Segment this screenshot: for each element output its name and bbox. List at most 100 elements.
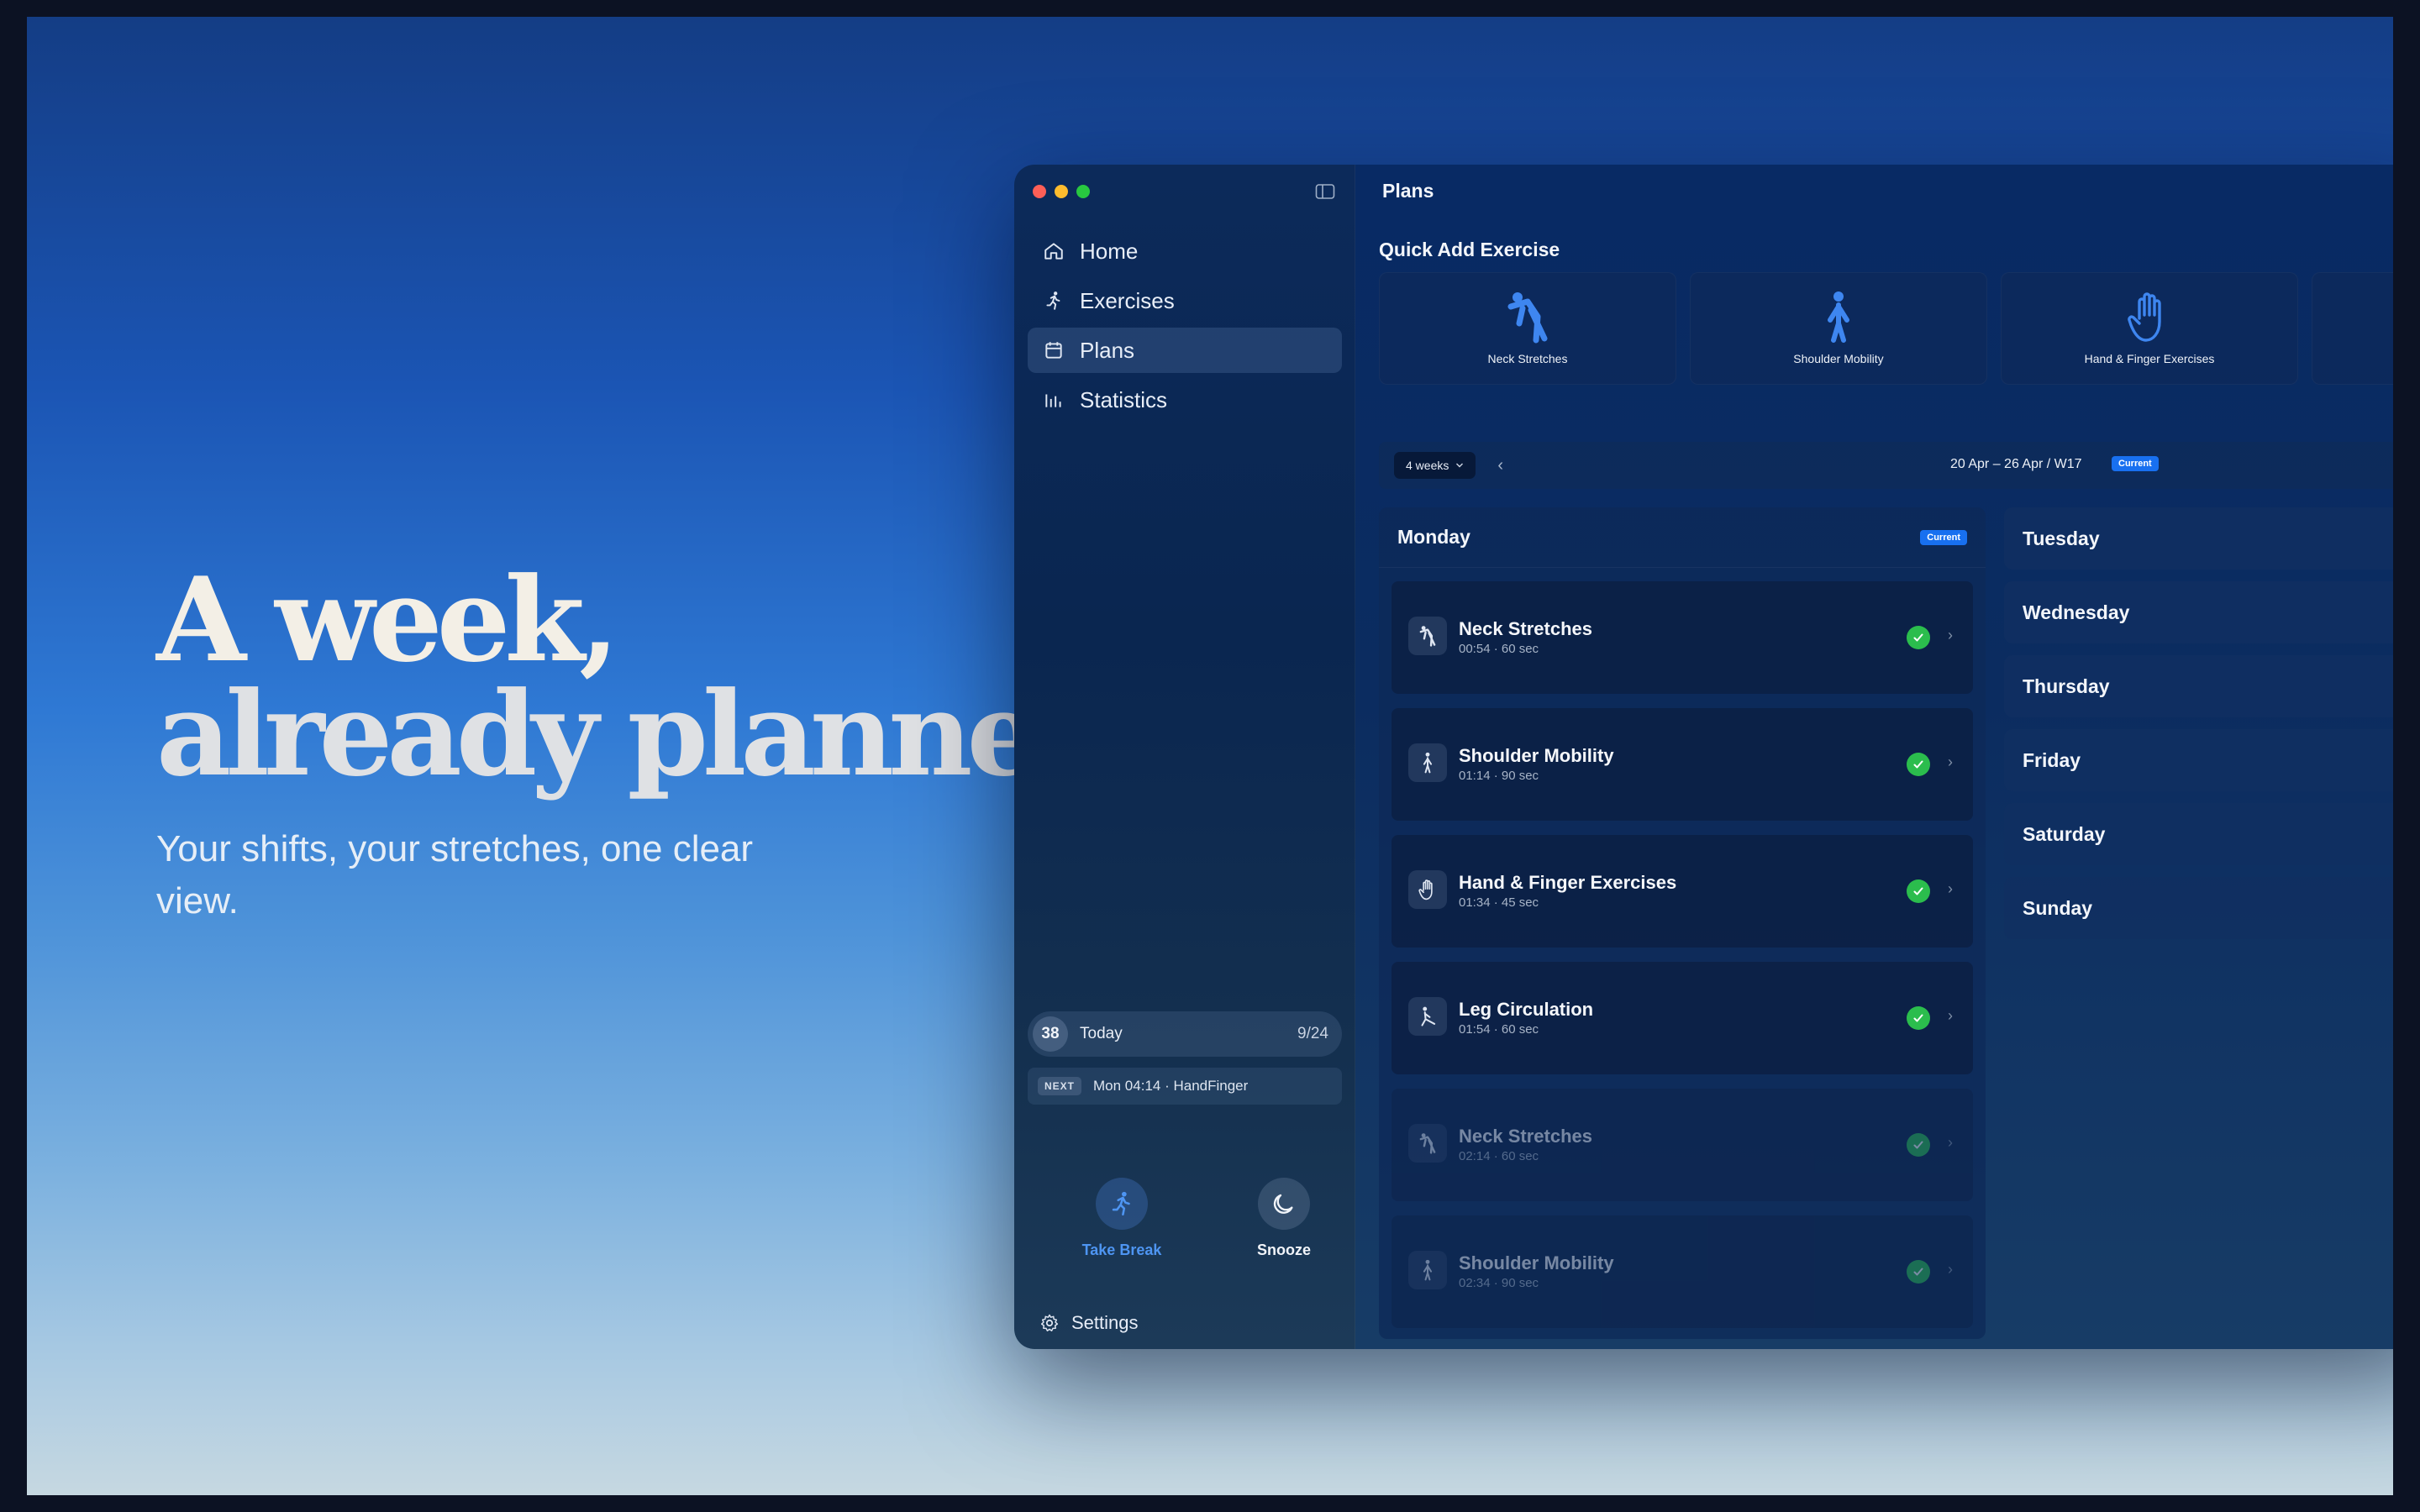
quick-add-hand-finger[interactable]: Hand & Finger Exercises (2001, 272, 2298, 385)
sidebar-item-label: Plans (1080, 337, 1135, 363)
sidebar-item-statistics[interactable]: Statistics (1028, 377, 1342, 423)
sidebar-item-exercises[interactable]: Exercises (1028, 278, 1342, 323)
sidebar-toggle-icon[interactable] (1315, 183, 1335, 200)
snooze-icon-circle (1258, 1178, 1310, 1230)
standing-person-icon (1423, 752, 1433, 774)
quick-add-shoulder-mobility[interactable]: Shoulder Mobility (1690, 272, 1987, 385)
quick-add-title: Quick Add Exercise (1379, 239, 1560, 260)
gear-icon (1040, 1314, 1059, 1331)
checkmark-icon (1907, 879, 1930, 903)
day-card-tuesday[interactable]: Tuesday (2004, 507, 2393, 570)
home-icon (1044, 243, 1063, 260)
take-break-label: Take Break (1081, 1242, 1162, 1258)
hero: A week, already planned. Your shifts, yo… (156, 551, 1165, 927)
prev-week-button[interactable]: ‹ (1497, 456, 1503, 475)
exercise-row[interactable]: Neck Stretches 02:14 · 60 sec › (1392, 1089, 1973, 1201)
chevron-right-icon: › (1948, 753, 1953, 770)
settings-button[interactable]: Settings (1039, 1312, 1139, 1334)
range-select-value: 4 weeks (1406, 459, 1449, 472)
neck-stretch-icon (1419, 1133, 1436, 1154)
moon-icon (1273, 1194, 1293, 1214)
snooze-button[interactable]: Snooze (1221, 1178, 1347, 1259)
checkmark-icon (1907, 1133, 1930, 1157)
running-icon (1112, 1191, 1130, 1216)
current-day-badge: Current (1920, 529, 1967, 545)
sidebar-item-label: Home (1080, 238, 1139, 264)
hero-subtitle: Your shifts, your stretches, one clear v… (156, 828, 754, 921)
neck-stretch-icon (1507, 292, 1548, 344)
day-card-thursday[interactable]: Thursday (2004, 655, 2393, 717)
exercise-meta: 02:34 · 90 sec (1459, 1276, 1539, 1290)
checkmark-icon (1907, 1006, 1930, 1030)
sidebar-item-label: Exercises (1080, 287, 1175, 313)
chevron-right-icon: › (1948, 1007, 1953, 1024)
snooze-label: Snooze (1256, 1242, 1311, 1258)
next-break-info[interactable]: NEXT Mon 04:14 · HandFinger (1028, 1068, 1342, 1105)
day-card-wednesday[interactable]: Wednesday (2004, 581, 2393, 643)
quick-add-label: Hand & Finger Exercises (2084, 352, 2215, 365)
exercise-meta: 01:54 · 60 sec (1459, 1022, 1539, 1037)
quick-add-label: Shoulder Mobility (1793, 352, 1884, 365)
chart-icon (1045, 394, 1061, 407)
sidebar-item-home[interactable]: Home (1028, 228, 1342, 274)
sidebar-item-plans[interactable]: Plans (1028, 328, 1342, 373)
exercise-row[interactable]: Leg Circulation 01:54 · 60 sec › (1392, 962, 1973, 1074)
checkmark-icon (1907, 626, 1930, 649)
today-progress[interactable]: 38 Today 9/24 (1028, 1011, 1342, 1057)
quick-add-neck-stretches[interactable]: Neck Stretches (1379, 272, 1676, 385)
exercise-row[interactable]: Neck Stretches 00:54 · 60 sec › (1392, 581, 1973, 694)
day-name: Monday (1397, 526, 1470, 548)
hero-title-line-1: A week, (156, 551, 619, 688)
today-label: Today (1080, 1025, 1123, 1042)
today-count-badge: 38 (1033, 1016, 1068, 1052)
exercise-row[interactable]: Hand & Finger Exercises 01:34 · 45 sec › (1392, 835, 1973, 948)
current-week-badge: Current (2112, 456, 2159, 471)
main-content: Plans Quick Add Exercise Neck Stretches … (1355, 165, 2393, 1349)
exercise-meta: 02:14 · 60 sec (1459, 1149, 1539, 1163)
quick-add-label: Neck Stretches (1487, 352, 1568, 365)
chevron-right-icon: › (1948, 1261, 1953, 1278)
today-ratio: 9/24 (1297, 1025, 1328, 1042)
next-break-text: Mon 04:14 · HandFinger (1093, 1078, 1249, 1094)
close-window-button[interactable] (1033, 185, 1046, 198)
minimize-window-button[interactable] (1055, 185, 1068, 198)
sidebar-nav: Home Exercises Plans Statistics (1028, 228, 1342, 427)
day-card-saturday[interactable]: Saturday (2004, 803, 2393, 865)
take-break-button[interactable]: Take Break (1059, 1178, 1185, 1259)
calendar-icon (1045, 342, 1062, 359)
day-column-monday: Monday Current Neck Stretches 00:54 · 60… (1379, 507, 1986, 1339)
window-controls (1033, 185, 1090, 198)
neck-stretch-icon (1419, 626, 1436, 647)
chevron-right-icon: › (1948, 1134, 1953, 1151)
day-card-friday[interactable]: Friday (2004, 729, 2393, 791)
exercise-meta: 00:54 · 60 sec (1459, 642, 1539, 656)
settings-label: Settings (1071, 1312, 1139, 1333)
exercise-icon-box (1408, 617, 1447, 655)
next-badge: NEXT (1038, 1077, 1082, 1095)
range-select[interactable]: 4 weeks (1394, 452, 1476, 479)
chevron-right-icon: › (1948, 627, 1953, 643)
exercise-name: Neck Stretches (1459, 1126, 1592, 1147)
chevron-down-icon (1456, 463, 1464, 468)
day-card-sunday[interactable]: Sunday (2004, 877, 2393, 939)
standing-person-icon (1828, 291, 1849, 343)
hand-icon (2128, 292, 2161, 342)
zoom-window-button[interactable] (1076, 185, 1090, 198)
quick-add-more[interactable] (2312, 272, 2393, 385)
page-title: Plans (1382, 180, 1434, 202)
exercise-name: Hand & Finger Exercises (1459, 872, 1677, 893)
leg-stretch-icon (1421, 1006, 1436, 1026)
exercise-icon-box (1408, 1251, 1447, 1289)
chevron-right-icon: › (1948, 880, 1953, 897)
exercise-icon-box (1408, 1124, 1447, 1163)
exercise-row[interactable]: Shoulder Mobility 01:14 · 90 sec › (1392, 708, 1973, 821)
week-range: 20 Apr – 26 Apr / W17 (1950, 457, 2082, 471)
exercise-row[interactable]: Shoulder Mobility 02:34 · 90 sec › (1392, 1215, 1973, 1328)
exercise-icon-box (1408, 870, 1447, 909)
standing-person-icon (1423, 1259, 1433, 1281)
exercise-name: Neck Stretches (1459, 618, 1592, 639)
hero-title: A week, already planned. (156, 551, 1165, 792)
exercise-icon-box (1408, 743, 1447, 782)
exercise-name: Shoulder Mobility (1459, 1252, 1614, 1273)
plan-toolbar: 4 weeks ‹ 20 Apr – 26 Apr / W17 Current (1379, 442, 2393, 489)
